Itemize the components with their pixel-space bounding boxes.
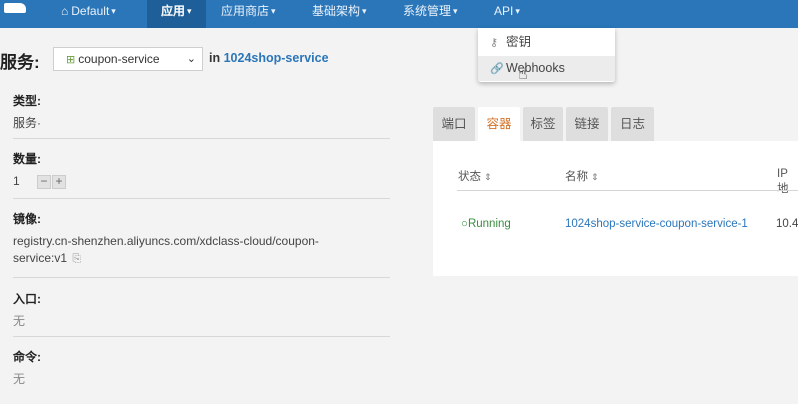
sort-icon: ⇕: [591, 172, 599, 182]
service-select[interactable]: ⊞ coupon-service ⌄: [53, 47, 203, 71]
entry-value: 无: [13, 314, 26, 328]
image-label: 镜像:: [13, 212, 41, 226]
divider: [13, 198, 390, 199]
env-switcher[interactable]: ⌂ Default ▾: [61, 0, 116, 28]
nav-item-label: 系统管理: [403, 4, 452, 18]
chevron-down-icon: ▾: [271, 6, 276, 16]
containers-panel: 状态 ⇕ 名称 ⇕ IP地 ○Running 1024shop-service-co…: [433, 141, 798, 276]
logo[interactable]: [0, 0, 38, 28]
container-name-link[interactable]: 1024shop-service-coupon-service-1: [565, 218, 748, 230]
nav-item-api[interactable]: API ▾: [494, 0, 520, 28]
chevron-down-icon: ▾: [187, 6, 192, 16]
chevron-down-icon: ▾: [362, 6, 367, 16]
network-icon: ⊞: [66, 54, 76, 66]
home-icon: ⌂: [61, 4, 69, 18]
page-title: 服务:: [0, 53, 40, 72]
in-label: in: [209, 51, 221, 65]
copy-icon[interactable]: ⎘: [72, 251, 81, 268]
column-header-ip[interactable]: IP地: [777, 168, 798, 196]
quantity-stepper: − +: [37, 174, 67, 189]
decrement-button[interactable]: −: [37, 174, 52, 189]
nav-item-label: 应用: [161, 4, 186, 18]
divider: [13, 277, 390, 278]
nav-item-label: API: [494, 4, 514, 18]
sort-icon: ⇕: [484, 172, 492, 182]
menu-item-label: 密钥: [506, 35, 532, 49]
chevron-down-icon: ▾: [111, 6, 116, 16]
key-icon: ⚷: [490, 37, 499, 49]
status-circle-icon: ○: [461, 218, 468, 230]
tab-containers[interactable]: 容器: [478, 107, 520, 142]
nav-item-catalog[interactable]: 应用商店 ▾: [221, 0, 276, 28]
detail-entry: 入口: 无: [13, 290, 390, 330]
top-nav: ⌂ Default ▾ 应用 ▾ 应用商店 ▾ 基础架构 ▾ 系统管理 ▾ API ▾: [0, 0, 798, 28]
tab-links[interactable]: 链接: [566, 107, 608, 141]
count-row: 1 − +: [13, 173, 390, 190]
stack-link[interactable]: 1024shop-service: [224, 51, 329, 65]
logo-icon: [4, 3, 26, 13]
chevron-down-icon: ⌄: [186, 53, 196, 65]
image-row: registry.cn-shenzhen.aliyuncs.com/xdclas…: [13, 233, 353, 268]
column-header-name[interactable]: 名称 ⇕: [565, 168, 599, 184]
detail-image: 镜像: registry.cn-shenzhen.aliyuncs.com/xd…: [13, 210, 390, 268]
tab-labels[interactable]: 标签: [523, 107, 563, 141]
api-dropdown-menu: ⚷ 密钥 🔗 Webhooks: [478, 28, 615, 82]
divider: [457, 190, 798, 191]
detail-count: 数量: 1 − +: [13, 150, 390, 190]
menu-item-label: Webhooks: [506, 61, 565, 75]
header-label: 状态: [458, 171, 481, 183]
divider: [13, 138, 390, 139]
container-ip: 10.4: [776, 218, 798, 230]
container-state: ○Running: [461, 218, 511, 230]
nav-item-label: 应用商店: [221, 4, 270, 18]
nav-item-label: 基础架构: [312, 4, 361, 18]
menu-item-keys[interactable]: ⚷ 密钥: [478, 30, 615, 55]
state-label: Running: [467, 218, 511, 230]
menu-item-webhooks[interactable]: 🔗 Webhooks: [478, 56, 615, 81]
hand-cursor-icon: ☝: [518, 66, 528, 83]
header-label: 名称: [565, 171, 588, 183]
count-label: 数量:: [13, 152, 41, 166]
increment-button[interactable]: +: [52, 174, 67, 189]
type-label: 类型:: [13, 94, 41, 108]
stack-breadcrumb: in 1024shop-service: [209, 51, 329, 65]
type-value: 服务·: [13, 116, 41, 130]
tab-logs[interactable]: 日志: [611, 107, 654, 141]
link-icon: 🔗: [490, 63, 504, 75]
service-select-value: coupon-service: [78, 52, 160, 66]
detail-type: 类型: 服务·: [13, 92, 390, 132]
nav-item-infrastructure[interactable]: 基础架构 ▾: [312, 0, 367, 28]
tab-ports[interactable]: 端口: [433, 107, 475, 141]
count-value: 1: [13, 174, 20, 188]
image-value: registry.cn-shenzhen.aliyuncs.com/xdclas…: [13, 234, 319, 265]
command-value: 无: [13, 372, 26, 386]
nav-item-apps[interactable]: 应用 ▾: [147, 0, 206, 28]
chevron-down-icon: ▾: [515, 6, 520, 16]
detail-command: 命令: 无: [13, 348, 390, 388]
nav-item-admin[interactable]: 系统管理 ▾: [403, 0, 458, 28]
chevron-down-icon: ▾: [453, 6, 458, 16]
command-label: 命令:: [13, 350, 41, 364]
env-label: Default: [71, 4, 110, 18]
entry-label: 入口:: [13, 292, 41, 306]
divider: [13, 336, 390, 337]
column-header-state[interactable]: 状态 ⇕: [458, 168, 492, 184]
